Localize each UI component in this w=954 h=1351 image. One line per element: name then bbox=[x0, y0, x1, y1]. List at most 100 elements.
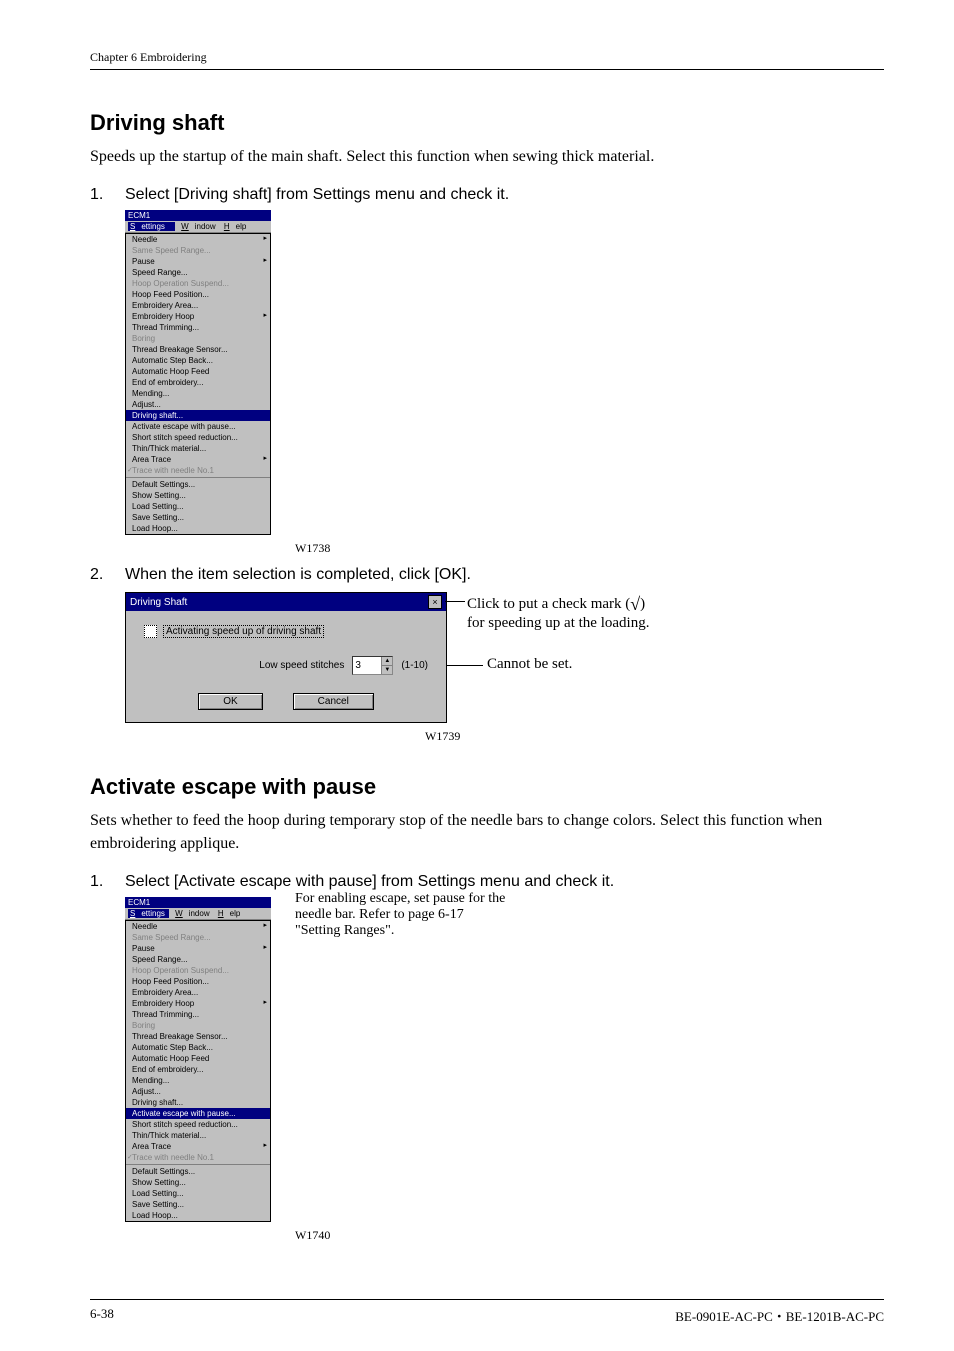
dialog-titlebar: Driving Shaft × bbox=[126, 593, 446, 611]
low-speed-input[interactable] bbox=[353, 657, 381, 674]
menu-item-emb-hoop[interactable]: Embroidery Hoop bbox=[126, 311, 270, 322]
side-note-l3: "Setting Ranges". bbox=[295, 923, 505, 939]
menubar: Settings Window Help bbox=[125, 221, 271, 233]
page-header: Chapter 6 Embroidering bbox=[90, 50, 884, 70]
spin-down-icon[interactable]: ▼ bbox=[382, 666, 392, 674]
menu-item-thread-trim[interactable]: Thread Trimming... bbox=[126, 322, 270, 333]
m2-driving-shaft[interactable]: Driving shaft... bbox=[126, 1097, 270, 1108]
m2-ttm[interactable]: Thin/Thick material... bbox=[126, 1130, 270, 1141]
menu-item-needle[interactable]: Needle bbox=[126, 234, 270, 245]
menu-item-hoop-feed-pos[interactable]: Hoop Feed Position... bbox=[126, 289, 270, 300]
m2-load-hoop[interactable]: Load Hoop... bbox=[126, 1210, 270, 1221]
checkmark-icon: √ bbox=[630, 594, 640, 615]
menu-item-speed-range[interactable]: Speed Range... bbox=[126, 267, 270, 278]
anno2: Cannot be set. bbox=[487, 656, 827, 673]
spin-up-icon[interactable]: ▲ bbox=[382, 657, 392, 666]
low-speed-label: Low speed stitches bbox=[259, 660, 344, 671]
ok-button[interactable]: OK bbox=[198, 693, 262, 710]
m2-aewp[interactable]: Activate escape with pause... bbox=[126, 1108, 270, 1119]
activate-speed-checkbox[interactable] bbox=[144, 625, 157, 638]
m2-emb-hoop[interactable]: Embroidery Hoop bbox=[126, 998, 270, 1009]
m2-emb-area[interactable]: Embroidery Area... bbox=[126, 987, 270, 998]
menu-settings[interactable]: Settings bbox=[128, 222, 175, 231]
section1-step1: Select [Driving shaft] from Settings men… bbox=[125, 186, 884, 204]
m2-default-settings[interactable]: Default Settings... bbox=[126, 1166, 270, 1177]
m2-speed-range[interactable]: Speed Range... bbox=[126, 954, 270, 965]
menu-item-mending[interactable]: Mending... bbox=[126, 388, 270, 399]
menu-item-driving-shaft[interactable]: Driving shaft... bbox=[126, 410, 270, 421]
menubar-2: Settings Window Help bbox=[125, 908, 271, 920]
m2-tbs[interactable]: Thread Breakage Sensor... bbox=[126, 1031, 270, 1042]
m2-ssr: Same Speed Range... bbox=[126, 932, 270, 943]
m2-save-setting[interactable]: Save Setting... bbox=[126, 1199, 270, 1210]
m2-asb[interactable]: Automatic Step Back... bbox=[126, 1042, 270, 1053]
section1-title: Driving shaft bbox=[90, 110, 884, 136]
menu-item-load-setting[interactable]: Load Setting... bbox=[126, 501, 270, 512]
menu-item-aewp[interactable]: Activate escape with pause... bbox=[126, 421, 270, 432]
m2-hoop-feed-pos[interactable]: Hoop Feed Position... bbox=[126, 976, 270, 987]
menu-item-sssr[interactable]: Short stitch speed reduction... bbox=[126, 432, 270, 443]
menu-item-load-hoop[interactable]: Load Hoop... bbox=[126, 523, 270, 534]
menu-item-default-settings[interactable]: Default Settings... bbox=[126, 479, 270, 490]
menu-item-pause[interactable]: Pause bbox=[126, 256, 270, 267]
close-icon[interactable]: × bbox=[428, 595, 442, 609]
figure3-caption: W1740 bbox=[295, 1228, 884, 1243]
side-note-l1: For enabling escape, set pause for the bbox=[295, 891, 505, 907]
driving-shaft-dialog: Driving Shaft × Activating speed up of d… bbox=[125, 592, 447, 723]
m2-pause[interactable]: Pause bbox=[126, 943, 270, 954]
menu-item-area-trace[interactable]: Area Trace bbox=[126, 454, 270, 465]
settings-dropdown: Needle Same Speed Range... Pause Speed R… bbox=[125, 233, 271, 535]
cancel-button[interactable]: Cancel bbox=[293, 693, 374, 710]
section2-title: Activate escape with pause bbox=[90, 774, 884, 800]
m2-thread-trim[interactable]: Thread Trimming... bbox=[126, 1009, 270, 1020]
window-titlebar: ECM1 bbox=[125, 210, 271, 221]
footer-model: BE-0901E-AC-PC・BE-1201B-AC-PC bbox=[675, 1306, 884, 1325]
section2-side-note: For enabling escape, set pause for the n… bbox=[295, 891, 505, 939]
figure1-caption: W1738 bbox=[295, 541, 884, 556]
section2-intro: Sets whether to feed the hoop during tem… bbox=[90, 810, 884, 855]
menu-item-show-setting[interactable]: Show Setting... bbox=[126, 490, 270, 501]
settings-dropdown-2: Needle Same Speed Range... Pause Speed R… bbox=[125, 920, 271, 1222]
m2-hoop-cr: Hoop Operation Suspend... bbox=[126, 965, 270, 976]
menu-item-ttm[interactable]: Thin/Thick material... bbox=[126, 443, 270, 454]
menu-item-asb[interactable]: Automatic Step Back... bbox=[126, 355, 270, 366]
low-speed-spinner[interactable]: ▲ ▼ bbox=[352, 656, 393, 675]
menu-item-adjust[interactable]: Adjust... bbox=[126, 399, 270, 410]
section1-step2: When the item selection is completed, cl… bbox=[125, 566, 884, 584]
side-note-l2: needle bar. Refer to page 6-17 bbox=[295, 907, 505, 923]
menu-item-ahf[interactable]: Automatic Hoop Feed bbox=[126, 366, 270, 377]
menu-window-2[interactable]: Window bbox=[175, 909, 209, 918]
anno1-text-a: Click to put a check mark ( bbox=[467, 596, 630, 612]
dialog-annotations: Click to put a check mark (√) for speedi… bbox=[467, 592, 827, 673]
menu-item-eoe[interactable]: End of embroidery... bbox=[126, 377, 270, 388]
menu-window[interactable]: Window bbox=[181, 222, 215, 231]
m2-boring: Boring bbox=[126, 1020, 270, 1031]
figure-menu-1: ECM1 Settings Window Help Needle Same Sp… bbox=[125, 210, 271, 535]
page-footer: 6-38 BE-0901E-AC-PC・BE-1201B-AC-PC bbox=[90, 1299, 884, 1325]
section2-step1: Select [Activate escape with pause] from… bbox=[125, 873, 884, 891]
m2-load-setting[interactable]: Load Setting... bbox=[126, 1188, 270, 1199]
menu-item-boring: Boring bbox=[126, 333, 270, 344]
menu-item-save-setting[interactable]: Save Setting... bbox=[126, 512, 270, 523]
window-titlebar-2: ECM1 bbox=[125, 897, 271, 908]
anno1-line2: for speeding up at the loading. bbox=[467, 615, 827, 632]
figure2-caption: W1739 bbox=[425, 729, 884, 744]
m2-mending[interactable]: Mending... bbox=[126, 1075, 270, 1086]
menu-settings-2[interactable]: Settings bbox=[128, 909, 169, 918]
m2-sssr[interactable]: Short stitch speed reduction... bbox=[126, 1119, 270, 1130]
m2-ahf[interactable]: Automatic Hoop Feed bbox=[126, 1053, 270, 1064]
menu-item-twn1: Trace with needle No.1 bbox=[126, 465, 270, 476]
m2-show-setting[interactable]: Show Setting... bbox=[126, 1177, 270, 1188]
menu-item-hoop-cr: Hoop Operation Suspend... bbox=[126, 278, 270, 289]
m2-area-trace[interactable]: Area Trace bbox=[126, 1141, 270, 1152]
menu-item-emb-area[interactable]: Embroidery Area... bbox=[126, 300, 270, 311]
dialog-title: Driving Shaft bbox=[130, 597, 187, 608]
low-speed-range: (1-10) bbox=[401, 660, 428, 671]
menu-item-ssr: Same Speed Range... bbox=[126, 245, 270, 256]
m2-eoe[interactable]: End of embroidery... bbox=[126, 1064, 270, 1075]
menu-item-tbs[interactable]: Thread Breakage Sensor... bbox=[126, 344, 270, 355]
m2-adjust[interactable]: Adjust... bbox=[126, 1086, 270, 1097]
menu-help[interactable]: Help bbox=[224, 222, 246, 231]
menu-help-2[interactable]: Help bbox=[218, 909, 240, 918]
m2-needle[interactable]: Needle bbox=[126, 921, 270, 932]
